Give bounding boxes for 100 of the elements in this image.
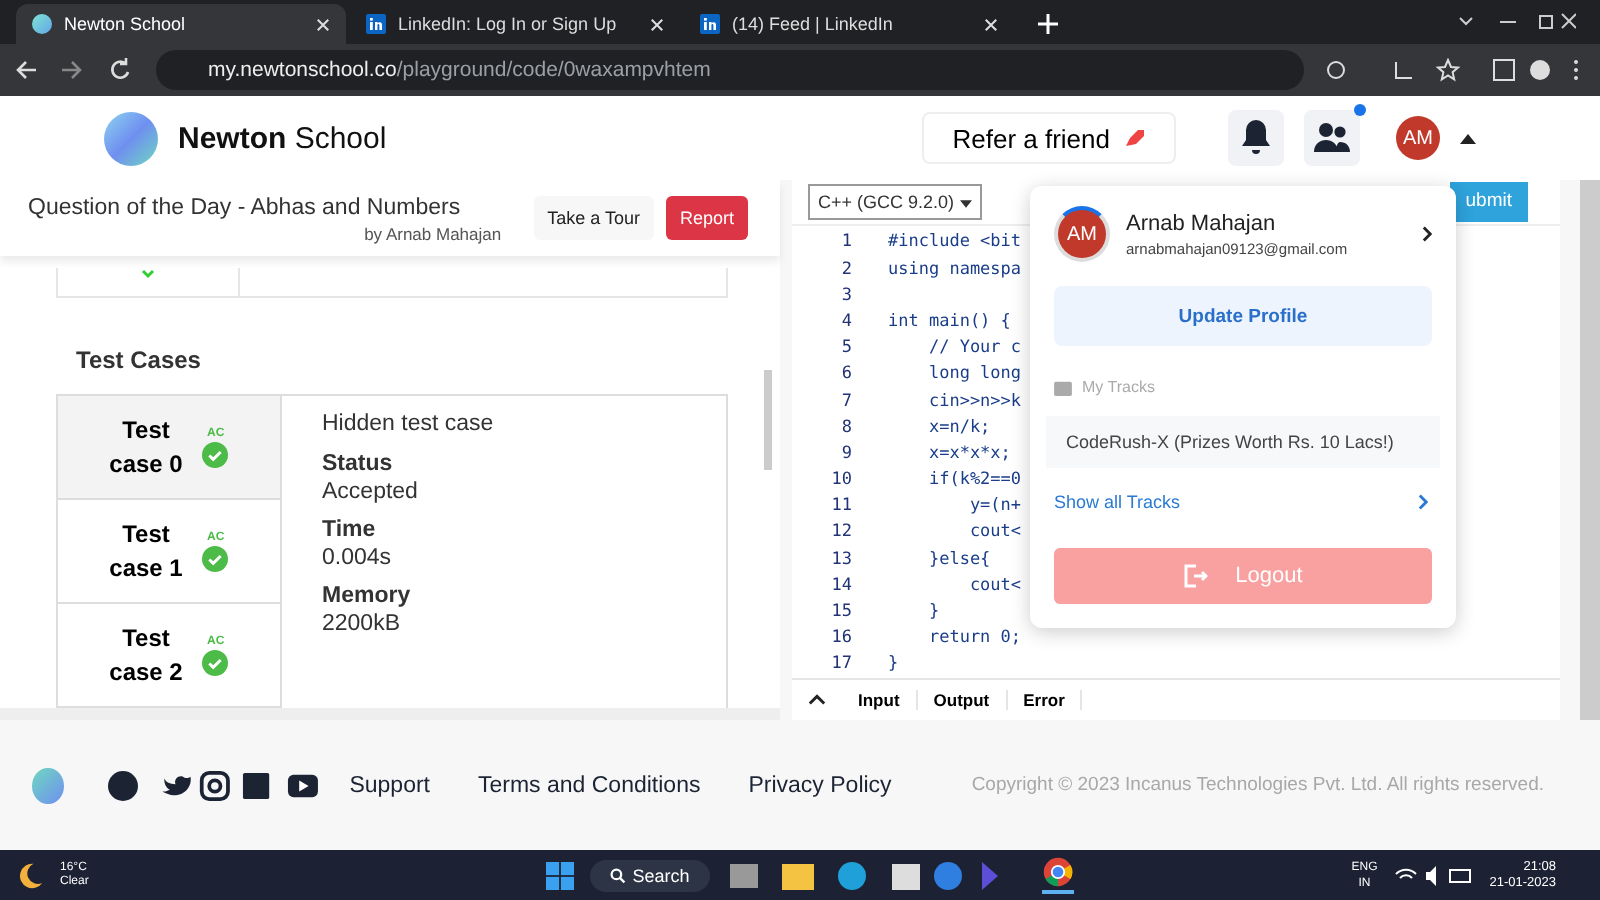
line-number: 6 bbox=[839, 364, 852, 385]
line-number: 12 bbox=[829, 522, 852, 543]
browser-tab[interactable]: (14) Feed | LinkedIn bbox=[684, 4, 1014, 44]
line-number: 8 bbox=[839, 417, 852, 438]
people-icon[interactable] bbox=[1304, 110, 1360, 166]
report-button[interactable]: Report bbox=[665, 196, 748, 240]
logo-icon bbox=[700, 14, 720, 34]
logout-icon bbox=[1183, 564, 1208, 588]
address-bar[interactable]: my.newtonschool.co/playground/code/0waxampvhtem bbox=[156, 50, 1304, 90]
code-line: return 0; bbox=[926, 628, 1022, 649]
line-number: 15 bbox=[829, 602, 852, 623]
brand-name: Newton School bbox=[178, 121, 387, 155]
code-line: x=x*x*x; bbox=[926, 443, 1011, 464]
avatar[interactable]: AM bbox=[1396, 116, 1440, 160]
line-number: 14 bbox=[829, 575, 852, 596]
test-case-label: Test case 1 bbox=[109, 517, 183, 585]
caret-icon bbox=[959, 199, 972, 208]
line-number: 1 bbox=[839, 232, 852, 253]
code-line: using namespa bbox=[888, 259, 1022, 280]
author: by Arnab Mahajan bbox=[364, 224, 502, 244]
start-icon[interactable] bbox=[546, 861, 575, 889]
test-case-label: Test case 2 bbox=[109, 621, 183, 689]
refer-button[interactable]: Refer a friend bbox=[922, 112, 1176, 164]
line-number: 4 bbox=[839, 311, 852, 332]
code-line: cout< bbox=[967, 575, 1022, 596]
show-all-link[interactable]: Show all Tracks bbox=[1054, 492, 1418, 512]
calendar-icon bbox=[1054, 379, 1072, 395]
scrollbar[interactable] bbox=[764, 370, 772, 470]
copyright: Copyright © 2023 Incanus Technologies Pvt. Ltd. All rights reserved. bbox=[971, 774, 1544, 796]
page-scrollbar[interactable] bbox=[1580, 180, 1600, 720]
chevron-right-icon[interactable] bbox=[1422, 226, 1432, 242]
line-number: 7 bbox=[839, 391, 852, 412]
caret-icon[interactable] bbox=[1460, 133, 1476, 143]
line-number: 13 bbox=[829, 549, 852, 570]
test-case-description: Hidden test case bbox=[322, 412, 494, 436]
code-line: }else{ bbox=[926, 549, 991, 570]
track-item[interactable]: CodeRush-X (Prizes Worth Rs. 10 Lacs!) bbox=[1046, 416, 1440, 468]
avatar: AM bbox=[1054, 206, 1110, 262]
search-button[interactable]: Search bbox=[590, 859, 710, 891]
update-profile-button[interactable]: Update Profile bbox=[1054, 286, 1432, 346]
close-icon[interactable] bbox=[984, 17, 998, 31]
moon-icon bbox=[16, 861, 44, 889]
window-controls-icon[interactable] bbox=[1456, 12, 1576, 32]
line-number: 11 bbox=[829, 496, 852, 517]
close-icon[interactable] bbox=[316, 17, 330, 31]
browser-tab[interactable]: Newton School bbox=[16, 4, 346, 44]
social-icons-drawing[interactable] bbox=[107, 769, 318, 801]
code-line: if(k%2==0 bbox=[926, 470, 1022, 491]
browser-tab[interactable]: LinkedIn: Log In or Sign Up bbox=[350, 4, 680, 44]
logo-icon bbox=[32, 14, 52, 34]
field-label: Memory bbox=[322, 584, 413, 608]
field-label: Time bbox=[322, 518, 378, 542]
code-line: } bbox=[926, 602, 940, 623]
tour-button[interactable]: Take a Tour bbox=[533, 196, 654, 240]
code-line: } bbox=[888, 654, 899, 675]
logo-icon bbox=[32, 767, 64, 803]
field-value: Accepted bbox=[322, 480, 420, 504]
system-tray-icon[interactable] bbox=[1393, 863, 1474, 887]
code-line: cout< bbox=[967, 522, 1022, 543]
line-number: 5 bbox=[839, 338, 852, 359]
line-number: 3 bbox=[839, 285, 852, 306]
check-circle-icon bbox=[202, 545, 229, 571]
code-line: #include <bit bbox=[888, 232, 1022, 253]
code-line: y=(n+ bbox=[967, 496, 1022, 517]
logo-icon bbox=[366, 14, 386, 34]
chrome-icon[interactable] bbox=[1041, 856, 1074, 894]
line-number: 9 bbox=[839, 443, 852, 464]
browser-toolbar-icon[interactable] bbox=[1324, 58, 1584, 82]
section-heading: Test Cases bbox=[76, 346, 203, 374]
close-icon[interactable] bbox=[650, 17, 664, 31]
footer-link[interactable]: Privacy Policy bbox=[748, 773, 892, 797]
console-tab[interactable]: Output bbox=[917, 690, 1008, 710]
check-circle-icon bbox=[202, 441, 229, 467]
console-tab[interactable]: Input bbox=[842, 690, 918, 710]
search-icon bbox=[610, 867, 627, 883]
check-circle-icon bbox=[202, 649, 229, 675]
section-label: My Tracks bbox=[1082, 378, 1155, 396]
notification-dot bbox=[1354, 104, 1366, 116]
console-tab[interactable]: Error bbox=[1007, 690, 1083, 710]
line-number: 17 bbox=[829, 654, 852, 675]
line-number: 2 bbox=[839, 259, 852, 280]
footer-link[interactable]: Support bbox=[349, 773, 430, 797]
test-case-label: Test case 0 bbox=[109, 413, 183, 481]
line-number: 10 bbox=[829, 470, 852, 491]
field-label: Status bbox=[322, 452, 395, 476]
code-line: // Your c bbox=[926, 338, 1022, 359]
bell-icon[interactable] bbox=[1228, 110, 1284, 166]
code-line: long long bbox=[926, 364, 1022, 385]
code-line: int main() { bbox=[888, 311, 1011, 332]
footer-link[interactable]: Terms and Conditions bbox=[478, 773, 701, 797]
logo-icon bbox=[104, 111, 158, 165]
problem-title: Question of the Day - Abhas and Numbers bbox=[28, 196, 461, 220]
check-icon bbox=[138, 268, 158, 284]
user-name: Arnab Mahajan bbox=[1126, 211, 1278, 235]
language-select[interactable]: C++ (GCC 9.2.0) bbox=[808, 183, 982, 220]
field-value: 2200kB bbox=[322, 612, 403, 636]
field-value: 0.004s bbox=[322, 546, 394, 570]
chevron-up-icon[interactable] bbox=[808, 694, 826, 706]
code-line: x=n/k; bbox=[926, 417, 991, 438]
new-tab-icon[interactable] bbox=[1038, 14, 1058, 34]
